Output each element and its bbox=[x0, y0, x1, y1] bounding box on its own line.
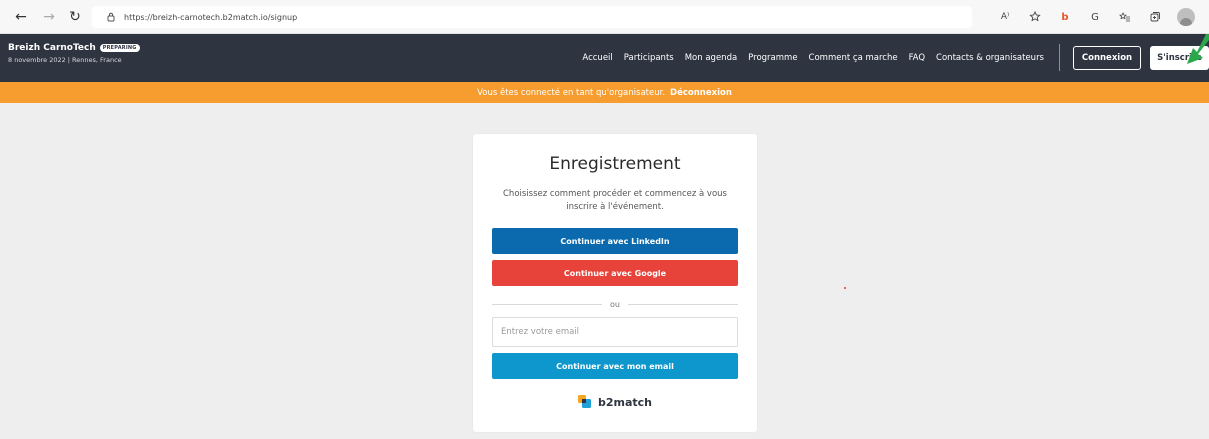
email-field[interactable] bbox=[492, 317, 738, 347]
browser-toolbar: ← → ↻ https://breizh-carnotech.b2match.i… bbox=[0, 0, 1209, 34]
status-badge: PREPARING bbox=[99, 44, 140, 52]
nav-programme[interactable]: Programme bbox=[748, 53, 797, 63]
collections-icon[interactable] bbox=[1147, 7, 1163, 27]
or-divider: ou bbox=[492, 298, 738, 310]
page-title: Enregistrement bbox=[549, 154, 681, 174]
extension-icon[interactable]: b bbox=[1057, 7, 1073, 27]
google-button[interactable]: Continuer avec Google bbox=[492, 260, 738, 286]
browser-tools: A⁾ b G bbox=[997, 7, 1195, 27]
nav-mon-agenda[interactable]: Mon agenda bbox=[685, 53, 737, 63]
address-bar[interactable]: https://breizh-carnotech.b2match.io/sign… bbox=[92, 6, 972, 28]
extension-g-icon[interactable]: G bbox=[1087, 7, 1103, 27]
b2match-logo[interactable]: b2match bbox=[473, 395, 757, 409]
b2match-icon bbox=[577, 395, 591, 408]
divider-line bbox=[492, 303, 603, 305]
nav-divider bbox=[1059, 44, 1060, 71]
event-name: Breizh CarnoTech bbox=[8, 43, 96, 53]
main-nav: Accueil Participants Mon agenda Programm… bbox=[582, 34, 1044, 82]
login-button[interactable]: Connexion bbox=[1073, 46, 1141, 70]
nav-participants[interactable]: Participants bbox=[624, 53, 674, 63]
arrow-annotation-icon bbox=[1187, 34, 1209, 64]
email-continue-button[interactable]: Continuer avec mon email bbox=[492, 353, 738, 379]
divider-line bbox=[627, 303, 738, 305]
favorites-add-icon[interactable] bbox=[1027, 7, 1043, 27]
notice-text: Vous êtes connecté en tant qu'organisate… bbox=[477, 87, 666, 98]
nav-comment-ca-marche[interactable]: Comment ça marche bbox=[809, 53, 898, 63]
signup-card: Enregistrement Choisissez comment procéd… bbox=[473, 134, 757, 432]
read-aloud-icon[interactable]: A⁾ bbox=[997, 7, 1013, 27]
event-brand[interactable]: Breizh CarnoTech PREPARING 8 novembre 20… bbox=[8, 43, 140, 64]
url-text: https://breizh-carnotech.b2match.io/sign… bbox=[124, 12, 298, 22]
b2match-brand: b2match bbox=[597, 395, 653, 409]
favorites-icon[interactable] bbox=[1117, 7, 1133, 27]
site-header: Breizh CarnoTech PREPARING 8 novembre 20… bbox=[0, 34, 1209, 82]
logout-link[interactable]: Déconnexion bbox=[670, 88, 732, 98]
signup-description: Choisissez comment procéder et commencez… bbox=[503, 189, 727, 212]
nav-accueil[interactable]: Accueil bbox=[582, 53, 612, 63]
linkedin-button[interactable]: Continuer avec LinkedIn bbox=[492, 228, 738, 254]
profile-icon[interactable] bbox=[1177, 8, 1195, 26]
lock-icon bbox=[104, 12, 118, 22]
organizer-notice: Vous êtes connecté en tant qu'organisate… bbox=[0, 82, 1209, 103]
event-subtitle: 8 novembre 2022 | Rennes, France bbox=[8, 56, 122, 64]
refresh-icon[interactable]: ↻ bbox=[62, 4, 88, 30]
back-icon[interactable]: ← bbox=[8, 4, 34, 30]
or-label: ou bbox=[610, 299, 620, 309]
forward-icon[interactable]: → bbox=[36, 4, 62, 30]
cursor-dot bbox=[844, 287, 846, 289]
nav-faq[interactable]: FAQ bbox=[909, 53, 925, 63]
nav-contacts[interactable]: Contacts & organisateurs bbox=[936, 53, 1044, 63]
